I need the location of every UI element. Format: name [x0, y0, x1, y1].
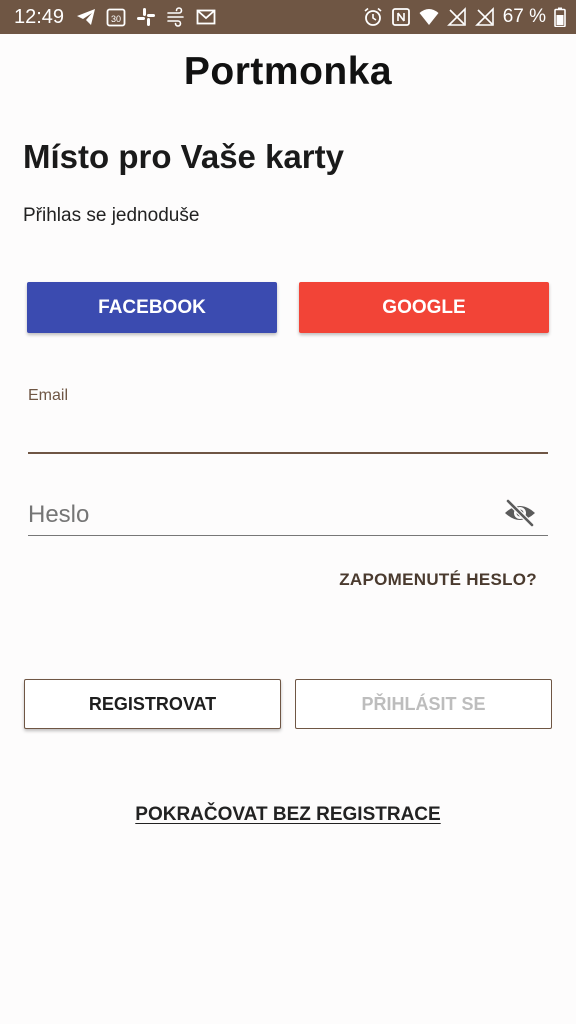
app-logo: Portmonka [183, 50, 393, 93]
nfc-icon [391, 7, 411, 27]
register-button[interactable]: REGISTROVAT [24, 679, 281, 729]
continue-without-registration[interactable]: POKRAČOVAT BEZ REGISTRACE [0, 804, 576, 826]
continue-link-label[interactable]: POKRAČOVAT BEZ REGISTRACE [135, 804, 440, 825]
slack-icon [136, 7, 156, 27]
status-time: 12:49 [14, 5, 65, 28]
telegram-icon [76, 7, 96, 27]
battery-icon [554, 7, 566, 27]
calendar-icon: 30 [106, 7, 126, 27]
login-button[interactable]: PŘIHLÁSIT SE [295, 679, 552, 729]
calendar-day: 30 [111, 14, 121, 24]
email-field[interactable] [28, 412, 548, 454]
wifi-icon [419, 7, 439, 27]
signal-icon [446, 7, 467, 27]
alarm-icon [363, 7, 383, 27]
page-title: Místo pro Vaše karty [23, 138, 344, 175]
google-login-button[interactable]: GOOGLE [299, 282, 549, 333]
battery-percent: 67 % [502, 6, 546, 27]
password-field[interactable] [28, 495, 498, 535]
email-label: Email [28, 387, 69, 404]
forgot-password-link[interactable]: ZAPOMENUTÉ HESLO? [339, 570, 537, 590]
wind-icon [166, 7, 186, 27]
status-bar: 12:49 30 67 % [0, 0, 576, 34]
page-subtitle: Přihlas se jednoduše [23, 205, 200, 226]
password-underline [28, 535, 548, 536]
facebook-login-button[interactable]: FACEBOOK [27, 282, 277, 333]
signal-icon [474, 7, 495, 27]
eye-off-icon[interactable] [503, 498, 537, 528]
gmail-icon [196, 7, 216, 27]
